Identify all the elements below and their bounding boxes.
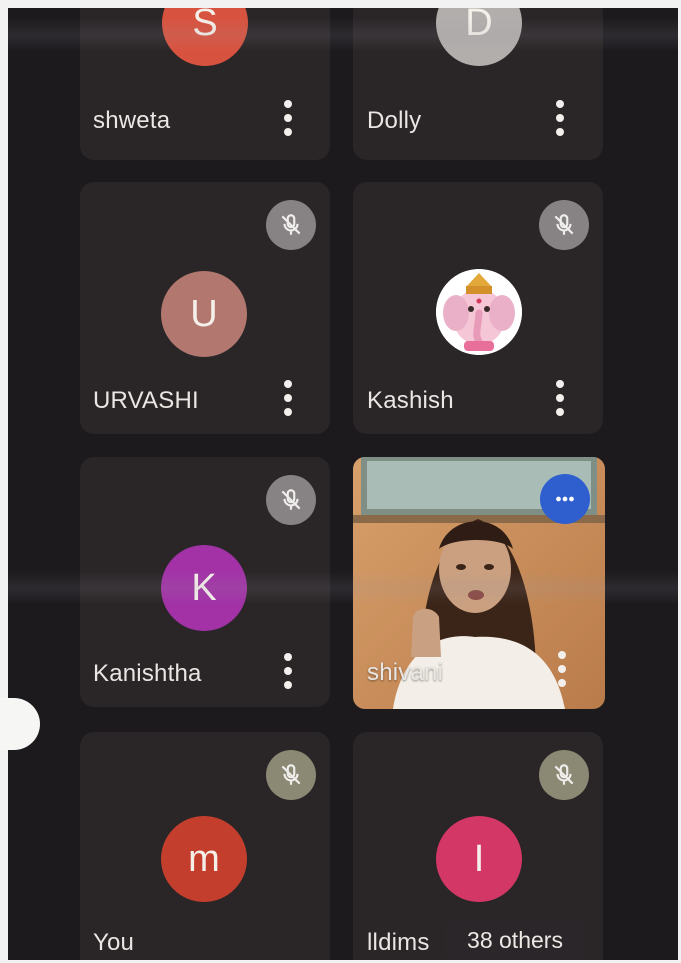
participant-name: You <box>93 929 135 956</box>
participant-name: Dolly <box>367 107 422 134</box>
muted-indicator <box>539 750 589 800</box>
avatar: U <box>161 271 247 357</box>
more-options-button[interactable] <box>273 94 303 142</box>
more-options-button[interactable] <box>273 374 303 422</box>
participant-name: URVASHI <box>93 387 199 414</box>
mic-off-icon <box>554 764 574 785</box>
participant-name: lldims <box>367 929 430 956</box>
ganesha-icon <box>436 269 522 355</box>
participant-tile-you[interactable]: m You <box>80 732 330 960</box>
more-options-button[interactable] <box>547 645 577 693</box>
participant-tile-kanishtha[interactable]: K Kanishtha <box>80 457 330 707</box>
participant-name: shivani <box>367 659 444 686</box>
participant-tile-shweta[interactable]: S shweta <box>80 8 330 160</box>
avatar: S <box>162 8 248 66</box>
avatar: m <box>161 816 247 902</box>
more-vert-icon <box>284 100 292 136</box>
mic-off-icon <box>554 214 574 235</box>
avatar: D <box>436 8 522 66</box>
participant-name: shweta <box>93 107 171 134</box>
mic-off-icon <box>281 764 301 785</box>
more-options-button[interactable] <box>545 374 575 422</box>
speaking-dots-icon <box>556 496 574 502</box>
more-vert-icon <box>556 100 564 136</box>
muted-indicator <box>266 475 316 525</box>
more-vert-icon <box>284 653 292 689</box>
participant-tile-urvashi[interactable]: U URVASHI <box>80 182 330 434</box>
mic-off-icon <box>281 489 301 510</box>
more-vert-icon <box>284 380 292 416</box>
meeting-grid: S shweta D Dolly U URVASHI Kashish K Kan… <box>8 8 678 960</box>
muted-indicator <box>539 200 589 250</box>
muted-indicator <box>266 750 316 800</box>
others-count-button[interactable]: 38 others <box>445 921 585 959</box>
participant-name: Kanishtha <box>93 660 202 687</box>
speaking-indicator <box>540 474 590 524</box>
participant-tile-kashish[interactable]: Kashish <box>353 182 603 434</box>
participant-name: Kashish <box>367 387 454 414</box>
more-vert-icon <box>558 651 566 687</box>
more-options-button[interactable] <box>273 647 303 695</box>
participant-tile-dolly[interactable]: D Dolly <box>353 8 603 160</box>
more-options-button[interactable] <box>545 94 575 142</box>
mic-off-icon <box>281 214 301 235</box>
avatar: I <box>436 816 522 902</box>
participant-tile-shivani[interactable]: shivani <box>353 457 605 709</box>
more-vert-icon <box>556 380 564 416</box>
avatar: K <box>161 545 247 631</box>
muted-indicator <box>266 200 316 250</box>
